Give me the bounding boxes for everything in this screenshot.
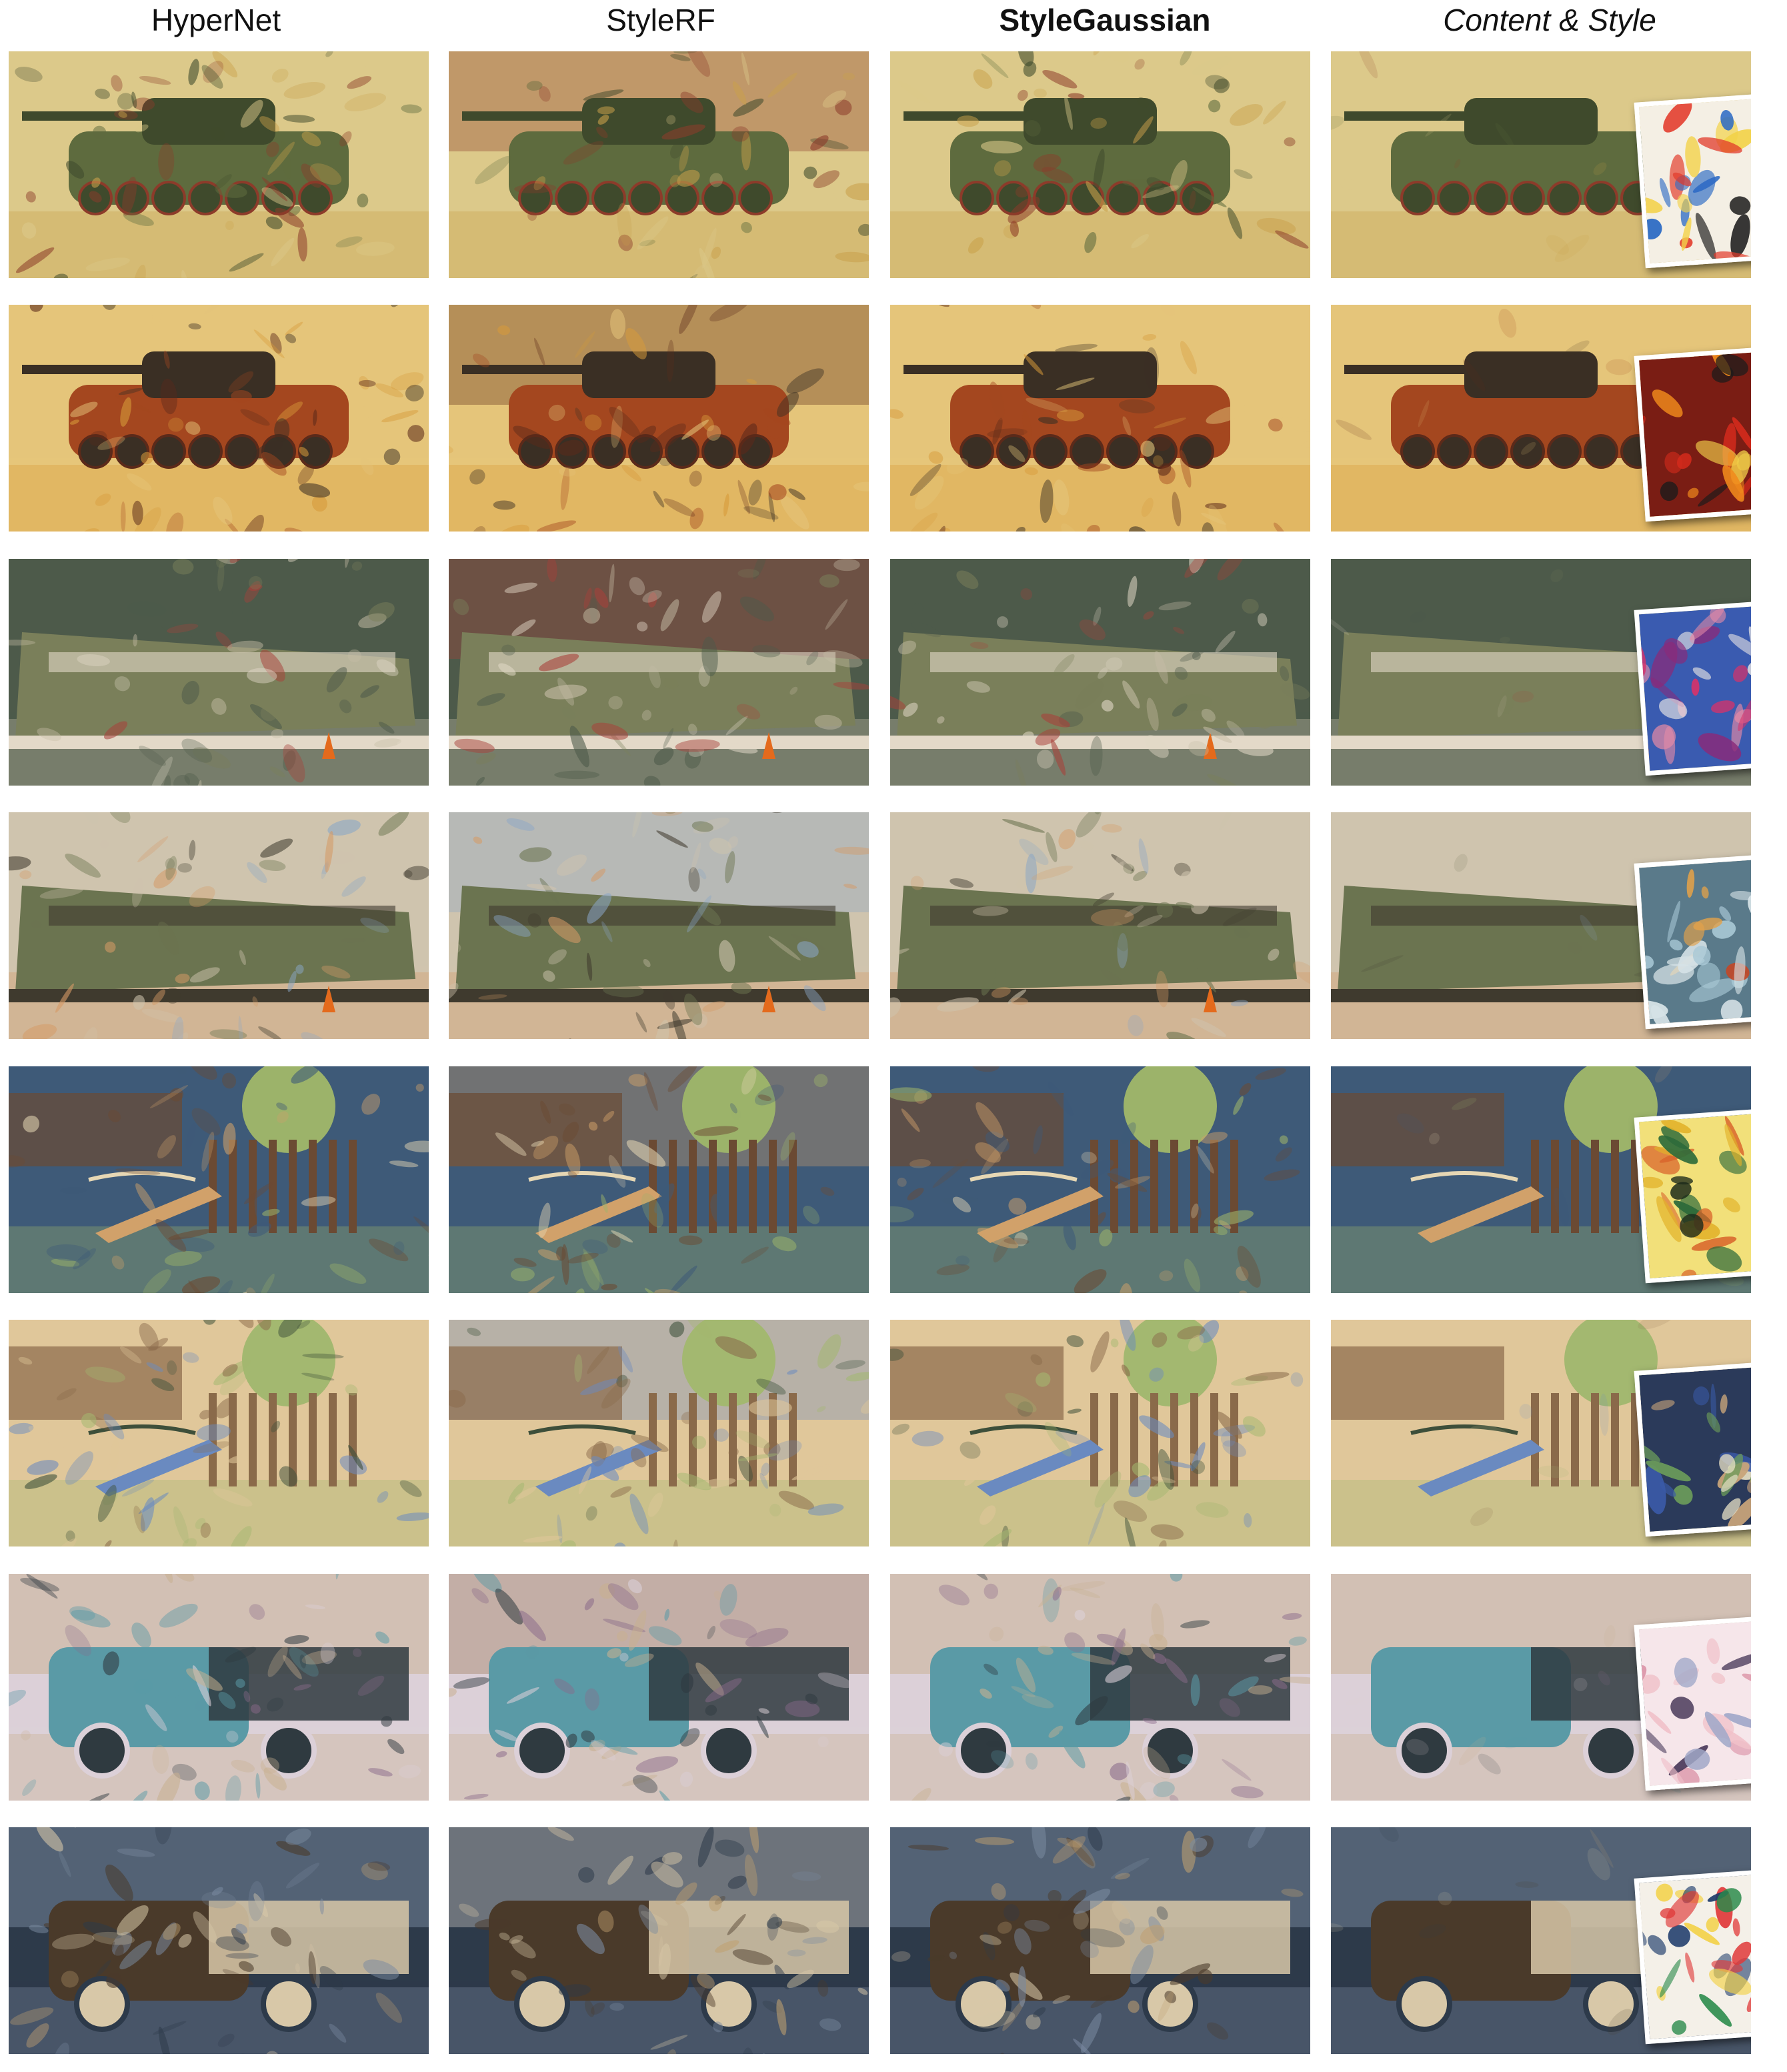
- scene-truck-blue: [890, 1574, 1310, 1801]
- image-stylerf-row-2: [449, 305, 869, 532]
- scene-tank-side: [449, 51, 869, 278]
- scene-playground: [890, 1066, 1310, 1293]
- image-stylegaussian-row-3: [890, 559, 1310, 786]
- scene-truck-blue: [9, 1574, 429, 1801]
- style-reference-inset-row-6: [1634, 1362, 1751, 1537]
- scene-swings: [449, 1320, 869, 1546]
- image-stylerf-row-7: [449, 1574, 869, 1801]
- column-header-stylegaussian: StyleGaussian: [999, 3, 1211, 37]
- scene-train-side: [449, 559, 869, 786]
- image-hypernet-row-4: [9, 812, 429, 1039]
- image-stylegaussian-row-8: [890, 1827, 1310, 2054]
- image-stylegaussian-row-5: [890, 1066, 1310, 1293]
- scene-truck-flatbed: [890, 1827, 1310, 2054]
- style-reference-inset-row-4: [1634, 854, 1751, 1030]
- image-content-row-1: [1331, 51, 1751, 278]
- image-hypernet-row-2: [9, 305, 429, 532]
- image-content-row-7: [1331, 1574, 1751, 1801]
- image-hypernet-row-8: [9, 1827, 429, 2054]
- style-reference-inset-row-5: [1634, 1108, 1751, 1284]
- image-stylegaussian-row-1: [890, 51, 1310, 278]
- scene-swings: [9, 1320, 429, 1546]
- image-content-row-4: [1331, 812, 1751, 1039]
- column-header-content-style: Content & Style: [1443, 3, 1656, 37]
- image-content-row-2: [1331, 305, 1751, 532]
- scene-playground: [9, 1066, 429, 1293]
- image-stylegaussian-row-2: [890, 305, 1310, 532]
- column-header-hypernet: HyperNet: [151, 3, 281, 37]
- image-stylerf-row-3: [449, 559, 869, 786]
- scene-train-side: [9, 559, 429, 786]
- image-stylerf-row-8: [449, 1827, 869, 2054]
- style-reference-inset-row-7: [1634, 1616, 1751, 1791]
- image-hypernet-row-7: [9, 1574, 429, 1801]
- scene-tank-front: [449, 305, 869, 532]
- scene-truck-flatbed: [449, 1827, 869, 2054]
- scene-tank-side: [890, 51, 1310, 278]
- style-reference-inset-row-2: [1634, 347, 1751, 522]
- image-content-row-3: [1331, 559, 1751, 786]
- image-hypernet-row-3: [9, 559, 429, 786]
- image-stylerf-row-6: [449, 1320, 869, 1546]
- scene-tank-front: [890, 305, 1310, 532]
- scene-tank-front: [9, 305, 429, 532]
- scene-train-angle: [449, 812, 869, 1039]
- scene-train-angle: [9, 812, 429, 1039]
- image-stylerf-row-1: [449, 51, 869, 278]
- image-content-row-8: [1331, 1827, 1751, 2054]
- image-content-row-5: [1331, 1066, 1751, 1293]
- image-hypernet-row-5: [9, 1066, 429, 1293]
- image-stylerf-row-5: [449, 1066, 869, 1293]
- style-reference-inset-row-3: [1634, 601, 1751, 776]
- scene-truck-flatbed: [9, 1827, 429, 2054]
- image-stylerf-row-4: [449, 812, 869, 1039]
- scene-swings: [890, 1320, 1310, 1546]
- column-header-stylerf: StyleRF: [606, 3, 715, 37]
- scene-train-side: [890, 559, 1310, 786]
- image-stylegaussian-row-7: [890, 1574, 1310, 1801]
- image-content-row-6: [1331, 1320, 1751, 1546]
- scene-train-angle: [890, 812, 1310, 1039]
- style-reference-inset-row-1: [1634, 93, 1751, 269]
- image-stylegaussian-row-4: [890, 812, 1310, 1039]
- scene-tank-side: [9, 51, 429, 278]
- image-hypernet-row-6: [9, 1320, 429, 1546]
- image-hypernet-row-1: [9, 51, 429, 278]
- style-reference-inset-row-8: [1634, 1869, 1751, 2045]
- scene-playground: [449, 1066, 869, 1293]
- scene-truck-blue: [449, 1574, 869, 1801]
- image-stylegaussian-row-6: [890, 1320, 1310, 1546]
